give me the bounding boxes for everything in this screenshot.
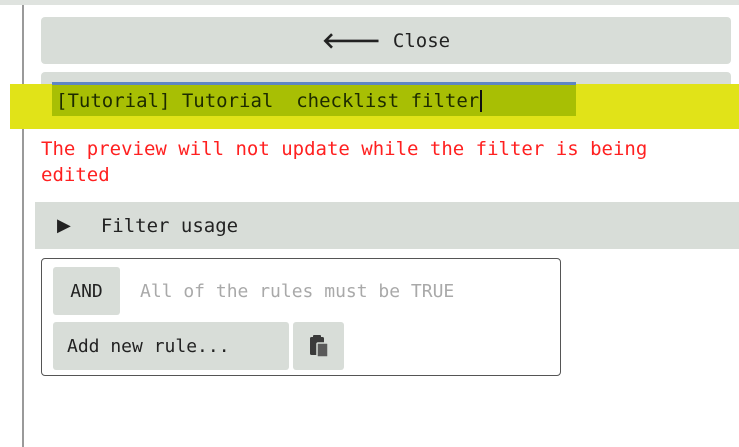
filter-name-text: [Tutorial] Tutorial checklist filter <box>56 89 480 112</box>
operator-label: AND <box>70 280 103 302</box>
close-button[interactable]: 🡐 Close <box>41 17 731 64</box>
close-button-label: Close <box>392 29 451 52</box>
filter-name-input[interactable]: [Tutorial] Tutorial checklist filter <box>52 82 576 116</box>
top-divider <box>0 0 739 5</box>
triangle-right-icon: ▶ <box>57 215 71 236</box>
add-rule-button[interactable]: Add new rule... <box>53 322 289 370</box>
filter-editor-panel: 🡐 Close [Tutorial] Tutorial checklist fi… <box>0 0 739 447</box>
panel-left-border <box>22 5 24 447</box>
arrow-left-icon: 🡐 <box>321 28 381 54</box>
rules-group: AND All of the rules must be TRUE Add ne… <box>41 258 561 376</box>
add-rule-label: Add new rule... <box>67 335 230 357</box>
filter-usage-toggle[interactable]: ▶ Filter usage <box>35 202 739 249</box>
preview-warning: The preview will not update while the fi… <box>41 138 648 186</box>
text-caret <box>480 89 483 112</box>
paste-rule-button[interactable] <box>293 322 344 370</box>
operator-toggle-button[interactable]: AND <box>53 267 120 315</box>
paste-icon <box>309 335 329 358</box>
filter-usage-label: Filter usage <box>100 214 239 237</box>
operator-description: All of the rules must be TRUE <box>140 281 455 302</box>
